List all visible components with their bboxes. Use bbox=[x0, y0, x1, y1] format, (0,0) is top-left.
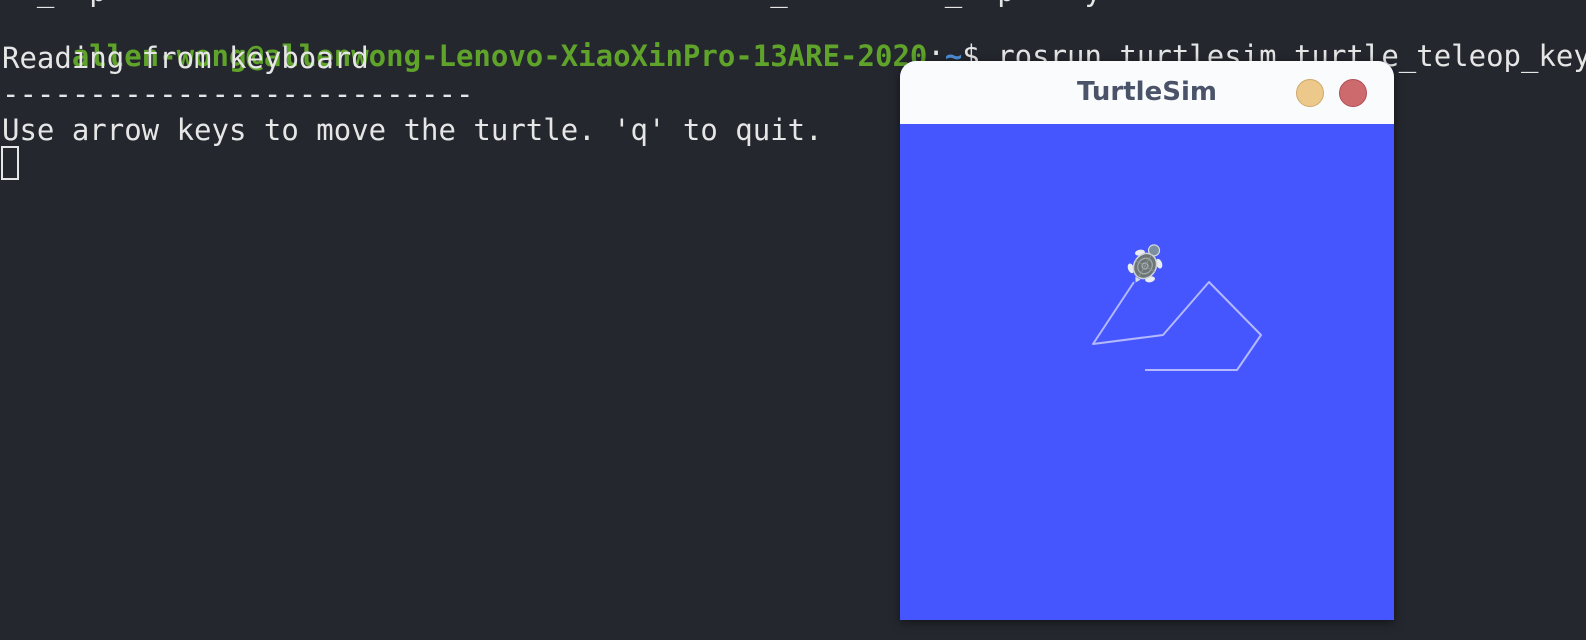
turtlesim-titlebar[interactable]: TurtleSim bbox=[900, 61, 1394, 124]
terminal-cursor[interactable] bbox=[1, 146, 19, 180]
close-button[interactable] bbox=[1339, 79, 1367, 107]
output-line-reading: Reading from keyboard bbox=[2, 41, 369, 75]
minimize-button[interactable] bbox=[1296, 79, 1324, 107]
output-line-divider: --------------------------- bbox=[2, 77, 474, 111]
output-line-instructions: Use arrow keys to move the turtle. 'q' t… bbox=[2, 113, 823, 147]
prompt-line: allen-wong@allenwong-Lenovo-XiaoXinPro-1… bbox=[2, 5, 1586, 73]
canvas-background bbox=[900, 124, 1394, 620]
turtlesim-window[interactable]: TurtleSim bbox=[900, 61, 1394, 620]
turtlesim-canvas bbox=[900, 124, 1394, 620]
